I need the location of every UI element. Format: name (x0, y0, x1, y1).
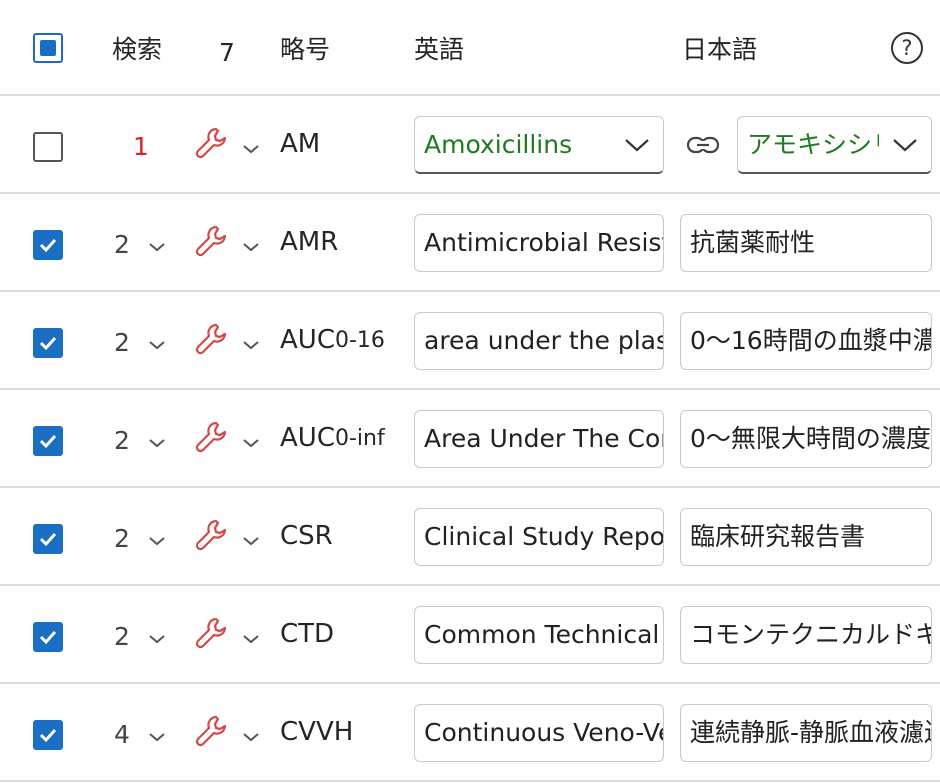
english-field[interactable]: Clinical Study Report (414, 508, 664, 566)
chevron-down-icon[interactable] (242, 434, 260, 453)
chevron-down-icon[interactable] (148, 728, 166, 747)
wrench-icon[interactable] (194, 322, 228, 360)
table-row: 2 CTD Common Technical Document コモンテクニカルドキュ… (0, 586, 940, 684)
english-field[interactable]: Common Technical Document (414, 606, 664, 664)
japanese-field[interactable]: 0～16時間の血漿中濃度 (680, 312, 932, 370)
total-count: 7 (219, 37, 235, 67)
match-count: 4 (114, 719, 130, 749)
match-count: 2 (114, 425, 130, 455)
wrench-icon[interactable] (194, 714, 228, 752)
japanese-field[interactable]: 抗菌薬耐性 (680, 214, 932, 272)
chevron-down-icon[interactable] (148, 434, 166, 453)
table-row: 1 AM Amoxicillins アモキシシリン (0, 96, 940, 194)
chevron-down-icon[interactable] (242, 140, 260, 159)
chevron-down-icon[interactable] (148, 630, 166, 649)
chevron-down-icon[interactable] (148, 336, 166, 355)
table-row: 4 CVVH Continuous Veno-Venous Hemofiltrati… (0, 684, 940, 782)
match-count: 2 (114, 523, 130, 553)
abbreviation-subscript: 0-16 (334, 327, 385, 353)
wrench-icon[interactable] (194, 126, 228, 164)
abbreviation-grid: 検索 7 略号 英語 日本語 ? 1 AM Amoxicillins アモキシシリン 2… (0, 0, 940, 784)
row-checkbox[interactable] (33, 328, 63, 358)
help-icon[interactable]: ? (891, 32, 923, 64)
abbreviation: AUC 0-16 (280, 325, 385, 355)
abbreviation: AMR (280, 227, 339, 257)
row-checkbox[interactable] (33, 132, 63, 162)
wrench-icon[interactable] (194, 518, 228, 556)
match-count: 2 (114, 621, 130, 651)
abbreviation: CSR (280, 521, 333, 551)
row-checkbox[interactable] (33, 720, 63, 750)
english-field[interactable]: Continuous Veno-Venous Hemofiltration (414, 704, 664, 762)
chevron-down-icon[interactable] (242, 728, 260, 747)
link-icon[interactable] (686, 135, 720, 159)
japanese-field[interactable]: 臨床研究報告書 (680, 508, 932, 566)
abbreviation: AM (280, 129, 321, 159)
match-count: 2 (114, 327, 130, 357)
wrench-icon[interactable] (194, 224, 228, 262)
chevron-down-icon[interactable] (148, 532, 166, 551)
table-row: 2 AUC0-inf Area Under The Concentration 0～無… (0, 390, 940, 488)
english-field[interactable]: area under the plasma concentration (414, 312, 664, 370)
chevron-down-icon[interactable] (242, 336, 260, 355)
english-column-header[interactable]: 英語 (414, 30, 464, 66)
english-field[interactable]: Antimicrobial Resistance (414, 214, 664, 272)
row-checkbox[interactable] (33, 622, 63, 652)
japanese-field[interactable]: 0～無限大時間の濃度 (680, 410, 932, 468)
japanese-select[interactable]: アモキシシリン (737, 116, 932, 174)
wrench-icon[interactable] (194, 420, 228, 458)
chevron-down-icon[interactable] (242, 532, 260, 551)
match-count: 2 (114, 229, 130, 259)
abbreviation-subscript: 0-inf (334, 425, 385, 451)
select-all-checkbox[interactable] (33, 33, 63, 63)
chevron-down-icon[interactable] (242, 630, 260, 649)
abbr-column-header[interactable]: 略号 (280, 30, 330, 66)
row-checkbox[interactable] (33, 426, 63, 456)
chevron-down-icon[interactable] (879, 117, 931, 172)
grid-header: 検索 7 略号 英語 日本語 ? (0, 0, 940, 96)
japanese-column-header[interactable]: 日本語 (682, 30, 757, 66)
english-field[interactable]: Area Under The Concentration (414, 410, 664, 468)
japanese-field[interactable]: コモンテクニカルドキュメント (680, 606, 932, 664)
abbreviation: CTD (280, 619, 335, 649)
row-checkbox[interactable] (33, 524, 63, 554)
match-count: 1 (133, 131, 149, 161)
chevron-down-icon[interactable] (148, 238, 166, 257)
abbreviation: AUC 0-inf (280, 423, 385, 453)
abbreviation: CVVH (280, 717, 354, 747)
chevron-down-icon[interactable] (242, 238, 260, 257)
wrench-icon[interactable] (194, 616, 228, 654)
row-checkbox[interactable] (33, 230, 63, 260)
table-row: 2 AUC0-16 area under the plasma concentrat… (0, 292, 940, 390)
search-column-header[interactable]: 検索 (112, 30, 162, 66)
table-row: 2 CSR Clinical Study Report 臨床研究報告書 (0, 488, 940, 586)
chevron-down-icon[interactable] (611, 117, 663, 172)
english-select[interactable]: Amoxicillins (414, 116, 664, 174)
table-row: 2 AMR Antimicrobial Resistance 抗菌薬耐性 (0, 194, 940, 292)
japanese-field[interactable]: 連続静脈-静脈血液濾過 (680, 704, 932, 762)
